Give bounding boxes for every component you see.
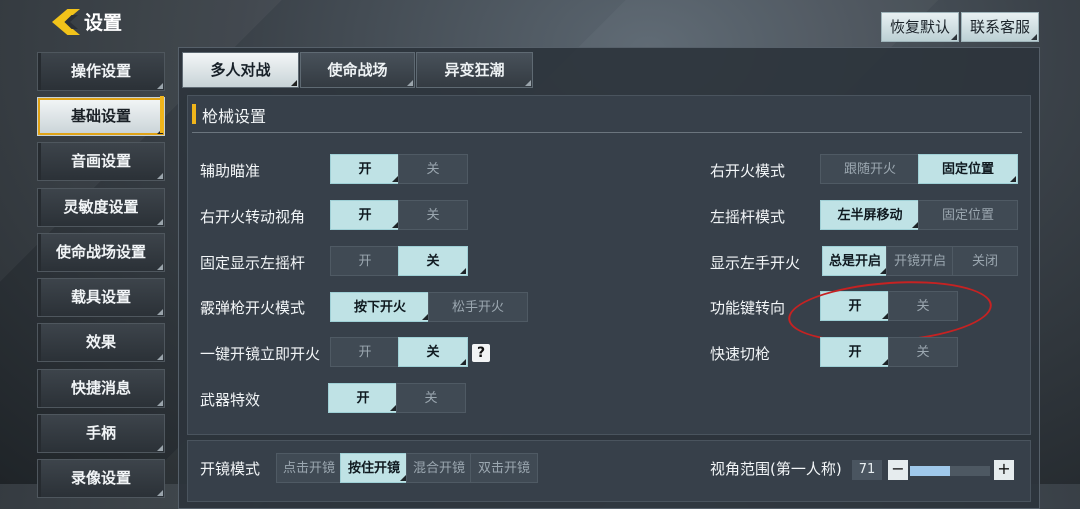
fire-button-camera-off[interactable]: 关 (398, 200, 468, 230)
page-title: 设置 (84, 12, 123, 34)
left-fire-button-label: 显示左手开火 (710, 254, 801, 272)
sidebar-item-battle-royale[interactable]: 使命战场设置 (37, 233, 165, 272)
section-accent (192, 104, 196, 124)
weapon-effects-off[interactable]: 关 (396, 383, 466, 413)
fixed-joystick-label: 固定显示左摇杆 (200, 254, 306, 272)
quick-scope-fire-on[interactable]: 开 (330, 337, 400, 367)
shotgun-fire-release[interactable]: 松手开火 (428, 292, 528, 322)
left-joystick-half-screen[interactable]: 左半屏移动 (820, 200, 920, 230)
contact-support-button[interactable]: 联系客服 (961, 12, 1040, 42)
aim-assist-on[interactable]: 开 (330, 154, 400, 184)
sidebar-item-recording[interactable]: 录像设置 (37, 459, 165, 498)
fire-button-camera-label: 右开火转动视角 (200, 208, 306, 226)
fov-plus-button[interactable]: + (994, 460, 1014, 480)
section-divider (192, 132, 1022, 133)
fire-button-camera-on[interactable]: 开 (330, 200, 400, 230)
quick-scope-fire-label: 一键开镜立即开火 (200, 345, 321, 363)
sidebar-item-audio-video[interactable]: 音画设置 (37, 142, 165, 181)
shotgun-fire-press[interactable]: 按下开火 (330, 292, 430, 322)
fov-slider-fill (910, 466, 950, 476)
fov-value: 71 (852, 460, 882, 480)
quick-switch-on[interactable]: 开 (820, 337, 890, 367)
aim-assist-label: 辅助瞄准 (200, 162, 261, 180)
right-fire-fixed[interactable]: 固定位置 (918, 154, 1018, 184)
scope-double-tap[interactable]: 双击开镜 (470, 453, 538, 483)
section-title: 枪械设置 (202, 107, 267, 126)
restore-default-button[interactable]: 恢复默认 (881, 12, 960, 42)
aim-assist-off[interactable]: 关 (398, 154, 468, 184)
sidebar-item-operation[interactable]: 操作设置 (37, 52, 165, 91)
sidebar-item-basic[interactable]: 基础设置 (37, 97, 165, 136)
fixed-joystick-off[interactable]: 关 (398, 246, 468, 276)
scope-mixed[interactable]: 混合开镜 (406, 453, 472, 483)
function-key-turn-label: 功能键转向 (710, 299, 786, 317)
sidebar-item-effects[interactable]: 效果 (37, 323, 165, 362)
scope-mode-label: 开镜模式 (200, 460, 261, 478)
shotgun-fire-mode-label: 霰弹枪开火模式 (200, 299, 306, 317)
left-joystick-mode-label: 左摇杆模式 (710, 208, 786, 226)
fixed-joystick-on[interactable]: 开 (330, 246, 400, 276)
right-fire-mode-label: 右开火模式 (710, 162, 786, 180)
quick-scope-fire-off[interactable]: 关 (398, 337, 468, 367)
help-icon[interactable]: ? (472, 344, 490, 362)
left-joystick-fixed[interactable]: 固定位置 (918, 200, 1018, 230)
sidebar-item-quick-chat[interactable]: 快捷消息 (37, 369, 165, 408)
sidebar-item-controller[interactable]: 手柄 (37, 414, 165, 453)
right-fire-follow[interactable]: 跟随开火 (820, 154, 920, 184)
left-fire-always[interactable]: 总是开启 (822, 246, 888, 276)
left-fire-off[interactable]: 关闭 (952, 246, 1018, 276)
tab-battle-royale[interactable]: 使命战场 (300, 52, 415, 88)
fov-label: 视角范围(第一人称) (710, 460, 842, 478)
sidebar-item-sensitivity[interactable]: 灵敏度设置 (37, 188, 165, 227)
sidebar-active-indicator (160, 96, 164, 133)
quick-switch-label: 快速切枪 (710, 345, 771, 363)
tab-zombie-mode[interactable]: 异变狂潮 (416, 52, 533, 88)
weapon-effects-label: 武器特效 (200, 391, 261, 409)
left-fire-scoped[interactable]: 开镜开启 (886, 246, 954, 276)
scope-hold[interactable]: 按住开镜 (340, 453, 408, 483)
quick-switch-off[interactable]: 关 (888, 337, 958, 367)
sidebar-item-vehicle[interactable]: 载具设置 (37, 278, 165, 317)
tab-multiplayer[interactable]: 多人对战 (182, 52, 299, 88)
weapon-effects-on[interactable]: 开 (328, 383, 398, 413)
scope-tap[interactable]: 点击开镜 (276, 453, 342, 483)
fov-minus-button[interactable]: − (888, 460, 908, 480)
